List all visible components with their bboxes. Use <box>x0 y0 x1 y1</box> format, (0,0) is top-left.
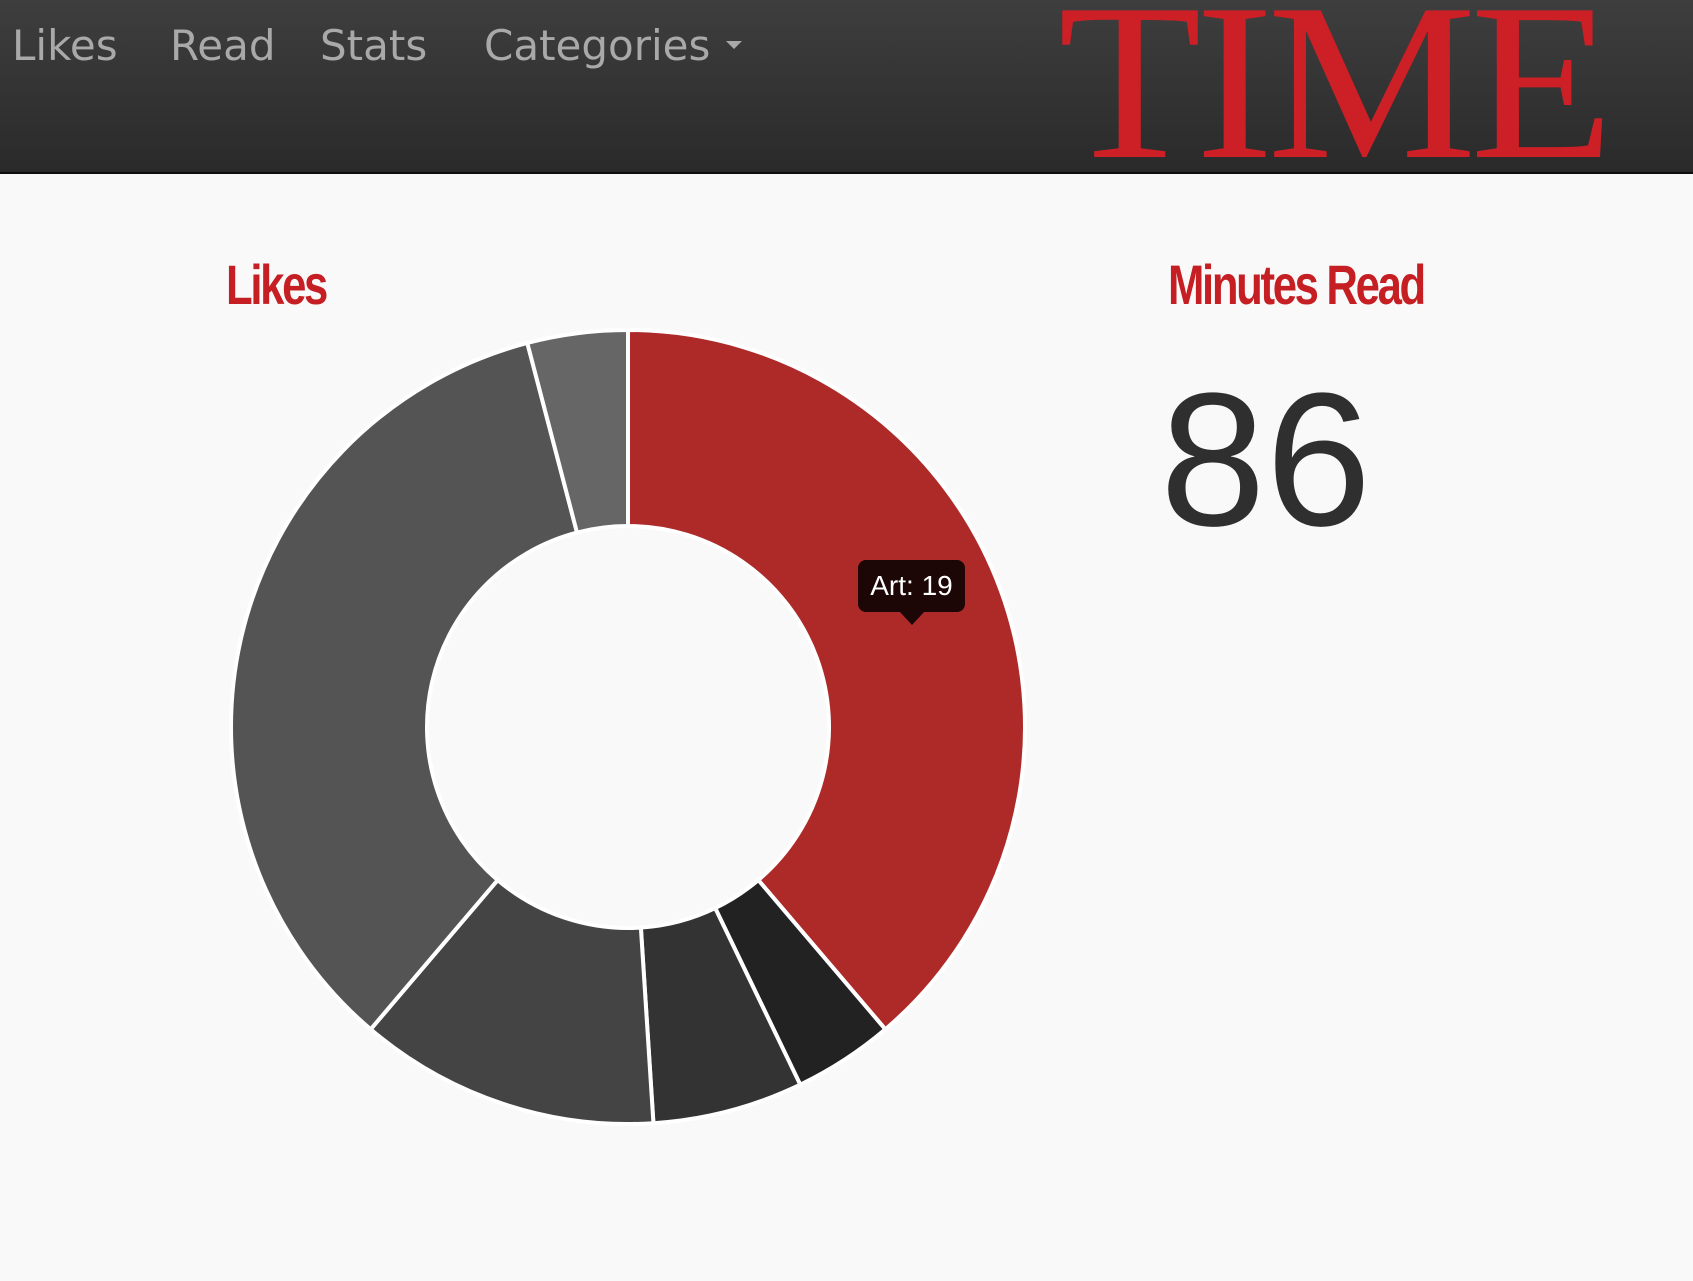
minutes-read-value: 86 <box>1160 354 1372 566</box>
tooltip-arrow <box>898 611 925 625</box>
likes-donut-chart <box>229 327 1027 1126</box>
chart-tooltip: Art: 19 <box>858 560 965 625</box>
tooltip-text: Art: 19 <box>870 570 953 601</box>
